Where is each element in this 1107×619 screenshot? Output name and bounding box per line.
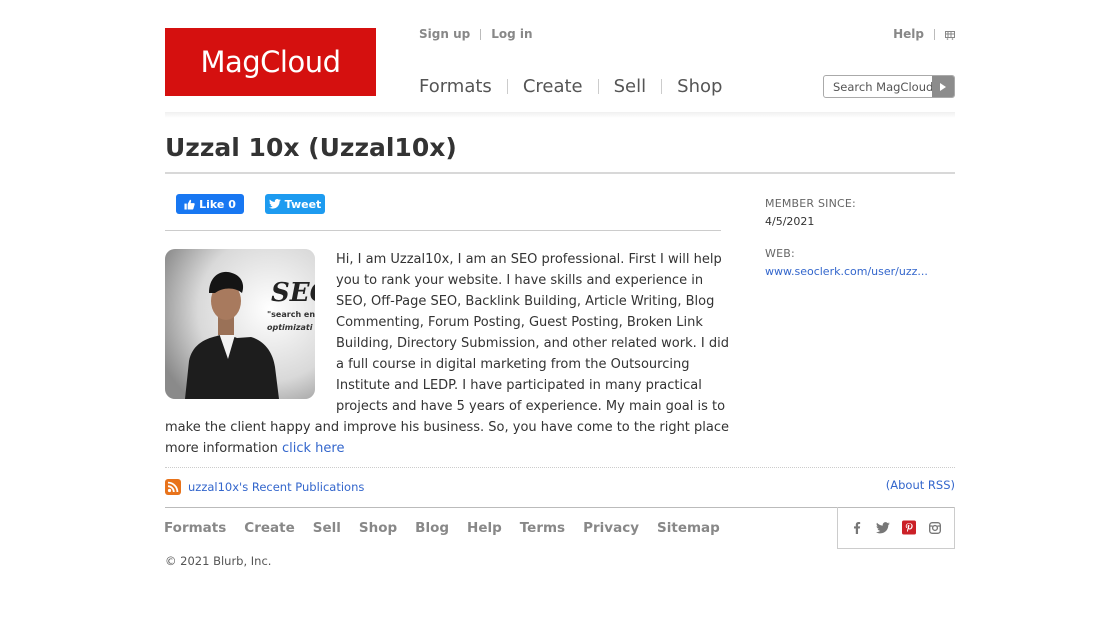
magcloud-logo[interactable]: MagCloud [165, 28, 376, 96]
footer-sell[interactable]: Sell [313, 520, 341, 536]
footer-blog[interactable]: Blog [415, 520, 449, 536]
tweet-button[interactable]: Tweet [265, 194, 325, 214]
footer-terms[interactable]: Terms [520, 520, 565, 536]
divider [597, 79, 599, 94]
like-label: Like 0 [199, 197, 236, 211]
signup-link[interactable]: Sign up [419, 27, 470, 41]
bio-text: Hi, I am Uzzal10x, I am an SEO professio… [165, 249, 735, 459]
pinterest-icon[interactable] [902, 520, 916, 535]
cart-icon[interactable] [945, 29, 955, 40]
about-rss: (About RSS) [886, 478, 955, 492]
logo-text: MagCloud [200, 45, 341, 79]
member-since-value: 4/5/2021 [765, 215, 815, 228]
help-links: Help [893, 27, 955, 41]
login-link[interactable]: Log in [491, 27, 532, 41]
divider [934, 28, 935, 40]
instagram-icon[interactable] [928, 521, 942, 535]
account-links: Sign up Log in [419, 27, 533, 41]
footer-sitemap[interactable]: Sitemap [657, 520, 720, 536]
paren-close: ) [950, 478, 956, 492]
footer-nav: Formats Create Sell Shop Blog Help Terms… [164, 520, 738, 536]
footer-formats[interactable]: Formats [164, 520, 226, 536]
search-box [823, 75, 955, 98]
web-label: WEB: [765, 247, 795, 260]
share-divider [165, 230, 721, 231]
divider [480, 28, 482, 40]
footer-help[interactable]: Help [467, 520, 502, 536]
help-link[interactable]: Help [893, 27, 924, 41]
title-divider [165, 172, 955, 174]
avatar-spacer [165, 249, 336, 417]
nav-shop[interactable]: Shop [677, 76, 722, 97]
footer-privacy[interactable]: Privacy [583, 520, 639, 536]
publications-divider [165, 467, 955, 468]
copyright: © 2021 Blurb, Inc. [165, 554, 272, 568]
twitter-icon [268, 199, 281, 209]
twitter-icon[interactable] [876, 521, 890, 535]
nav-sell[interactable]: Sell [614, 76, 647, 97]
page-title: Uzzal 10x (Uzzal10x) [165, 133, 457, 162]
facebook-like-button[interactable]: Like 0 [176, 194, 244, 214]
about-rss-link[interactable]: About RSS [890, 478, 950, 492]
header-shadow [165, 112, 955, 118]
footer-shop[interactable]: Shop [359, 520, 397, 536]
nav-create[interactable]: Create [523, 76, 583, 97]
divider [506, 79, 508, 94]
member-since-label: MEMBER SINCE: [765, 197, 856, 210]
bio-link[interactable]: click here [282, 441, 344, 456]
nav-formats[interactable]: Formats [419, 76, 492, 97]
footer-create[interactable]: Create [244, 520, 294, 536]
thumbs-up-icon [184, 199, 195, 210]
search-button[interactable] [932, 76, 954, 97]
web-link[interactable]: www.seoclerk.com/user/uzz... [765, 265, 928, 278]
social-links [837, 507, 955, 549]
arrow-right-icon [940, 82, 946, 91]
rss-icon[interactable] [165, 479, 181, 495]
facebook-icon[interactable] [850, 521, 864, 535]
recent-publications-link[interactable]: uzzal10x's Recent Publications [188, 480, 364, 494]
main-nav: Formats Create Sell Shop [419, 76, 722, 97]
tweet-label: Tweet [284, 197, 322, 211]
divider [661, 79, 663, 94]
search-input[interactable] [824, 76, 932, 97]
